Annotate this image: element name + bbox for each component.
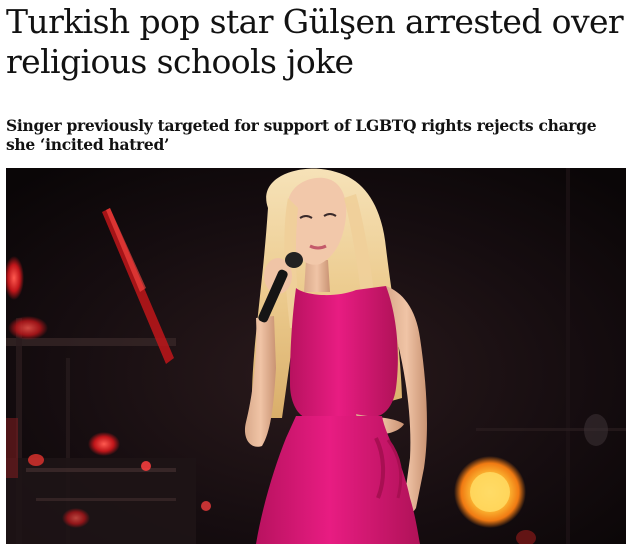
article-main-image [6,168,626,544]
concert-photo-icon [6,168,626,544]
article-standfirst: Singer previously targeted for support o… [6,116,597,154]
article-headline: Turkish pop star Gülşen arrested over re… [6,2,624,81]
